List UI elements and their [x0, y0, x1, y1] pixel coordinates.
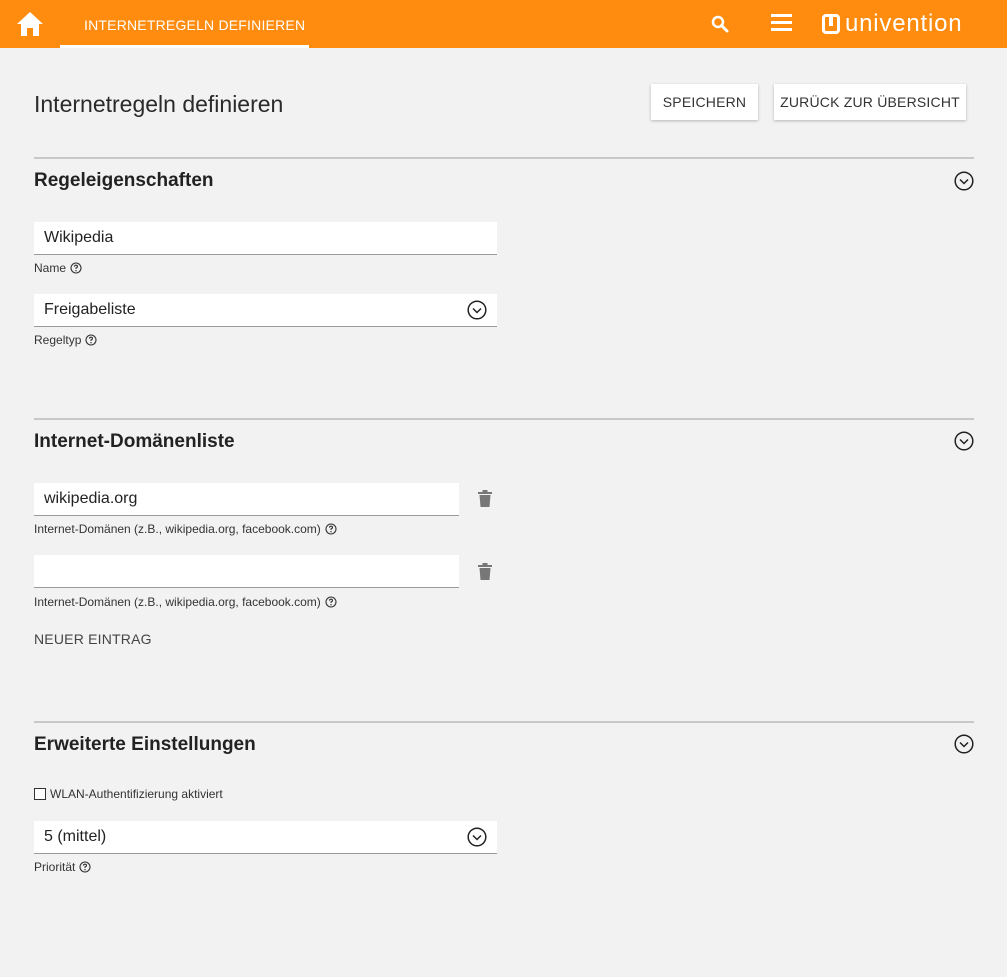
section-title-domain-list: Internet-Domänenliste — [34, 431, 235, 452]
help-icon[interactable] — [325, 523, 337, 535]
brand-name: univention — [845, 10, 963, 37]
name-input[interactable] — [44, 222, 497, 254]
rule-type-select[interactable]: Freigabeliste — [34, 294, 497, 327]
trash-icon[interactable] — [477, 563, 493, 581]
page-title: Internetregeln definieren — [34, 91, 284, 117]
domain-label-text: Internet-Domänen (z.B., wikipedia.org, f… — [34, 595, 321, 609]
priority-value: 5 (mittel) — [44, 828, 107, 845]
home-icon[interactable] — [16, 11, 44, 37]
rule-type-value: Freigabeliste — [44, 301, 136, 318]
tab-label: INTERNETREGELN DEFINIEREN — [84, 17, 306, 33]
chevron-down-icon[interactable] — [467, 300, 487, 320]
new-entry-button[interactable]: NEUER EINTRAG — [34, 631, 152, 647]
domain-label: Internet-Domänen (z.B., wikipedia.org, f… — [34, 595, 337, 609]
section-title-rule-properties: Regeleigenschaften — [34, 170, 214, 191]
trash-icon[interactable] — [477, 490, 493, 508]
tab-internet-rules[interactable]: INTERNETREGELN DEFINIEREN — [60, 0, 309, 48]
name-label-text: Name — [34, 261, 67, 275]
name-field[interactable] — [34, 222, 497, 255]
wlan-auth-label[interactable]: WLAN-Authentifizierung aktiviert — [50, 787, 223, 801]
wlan-auth-checkbox[interactable] — [34, 788, 46, 800]
rule-type-label: Regeltyp — [34, 333, 97, 347]
domain-field[interactable] — [34, 555, 459, 588]
domain-label-text: Internet-Domänen (z.B., wikipedia.org, f… — [34, 522, 321, 536]
active-tab-indicator — [60, 45, 309, 48]
save-button[interactable]: SPEICHERN — [651, 84, 758, 120]
domain-input[interactable] — [44, 483, 459, 515]
priority-label-text: Priorität — [34, 860, 76, 874]
domain-field[interactable] — [34, 483, 459, 516]
menu-icon[interactable] — [771, 14, 793, 34]
search-icon[interactable] — [710, 14, 732, 36]
collapse-chevron-icon[interactable] — [954, 734, 974, 754]
section-title-advanced-settings: Erweiterte Einstellungen — [34, 734, 256, 755]
section-divider — [34, 721, 974, 723]
help-icon[interactable] — [85, 334, 97, 346]
section-divider — [34, 418, 974, 420]
rule-type-label-text: Regeltyp — [34, 333, 82, 347]
univention-logo[interactable]: univention — [822, 10, 962, 38]
help-icon[interactable] — [325, 596, 337, 608]
priority-select[interactable]: 5 (mittel) — [34, 821, 497, 854]
priority-label: Priorität — [34, 860, 91, 874]
back-to-overview-button[interactable]: ZURÜCK ZUR ÜBERSICHT — [774, 84, 966, 120]
help-icon[interactable] — [70, 262, 82, 274]
top-bar: INTERNETREGELN DEFINIEREN univention — [0, 0, 1007, 48]
collapse-chevron-icon[interactable] — [954, 171, 974, 191]
univention-logo-icon — [822, 14, 840, 34]
domain-input[interactable] — [44, 555, 459, 587]
chevron-down-icon[interactable] — [467, 827, 487, 847]
domain-label: Internet-Domänen (z.B., wikipedia.org, f… — [34, 522, 337, 536]
help-icon[interactable] — [79, 861, 91, 873]
name-label: Name — [34, 261, 82, 275]
wlan-auth-option: WLAN-Authentifizierung aktiviert — [34, 787, 223, 801]
section-divider — [34, 157, 974, 159]
collapse-chevron-icon[interactable] — [954, 431, 974, 451]
